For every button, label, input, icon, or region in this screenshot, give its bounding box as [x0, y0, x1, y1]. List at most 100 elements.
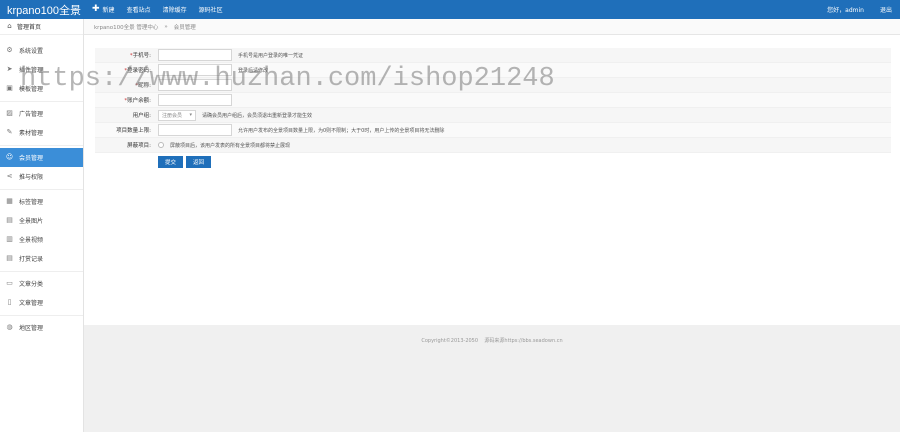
form-row-balance: *账户余额:: [95, 93, 891, 108]
phone-label: *手机号:: [129, 53, 151, 59]
project-limit-input[interactable]: [158, 124, 232, 136]
password-hint: 登录后请修改: [238, 67, 269, 74]
password-input[interactable]: [158, 64, 232, 76]
sidebar: ⌂ 管理首页 ⚙ 系统设置 ➤ 插件管理 ▣ 模板管理 ▨ 广告管理 ✎ 素材管理 ☺ 会员…: [0, 19, 84, 432]
form-row-block-projects: 屏蔽项目: 屏蔽项目后，该用户发表的所有全景项目都将禁止展现: [95, 138, 891, 153]
sidebar-item-panorama-videos[interactable]: ▥ 全景视频: [0, 230, 83, 249]
sidebar-item-ads[interactable]: ▨ 广告管理: [0, 104, 83, 123]
sidebar-item-label: 推与权限: [19, 174, 44, 181]
sidebar-item-label: 文章分类: [19, 281, 44, 288]
sidebar-item-members[interactable]: ☺ 会员管理: [0, 148, 83, 167]
sidebar-item-plugins[interactable]: ➤ 插件管理: [0, 60, 83, 79]
sidebar-divider: [0, 268, 83, 272]
sidebar-item-label: 全景视频: [19, 237, 44, 244]
sidebar-item-tips[interactable]: ▤ 打赏记录: [0, 249, 83, 268]
sidebar-item-system-settings[interactable]: ⚙ 系统设置: [0, 41, 83, 60]
breadcrumb: krpano100全景 管理中心 » 会员管理: [84, 19, 900, 35]
password-label: *登录密码:: [124, 68, 151, 74]
breadcrumb-current: 会员管理: [173, 24, 196, 31]
top-bar: krpano100全景 ✚ 新建 查看站点 清除缓存 源码社区 您好，admin…: [0, 0, 900, 19]
picture-icon: ▤: [6, 216, 13, 224]
home-icon: ⌂: [7, 22, 12, 30]
video-icon: ▥: [6, 235, 13, 243]
footer: Copyright©2013-2050 源码来源https://bbs.sead…: [84, 337, 900, 344]
sidebar-item-panorama-images[interactable]: ▤ 全景图片: [0, 211, 83, 230]
sidebar-item-label: 标签管理: [19, 199, 44, 206]
phone-hint: 手机号是用户登录的唯一凭证: [238, 52, 304, 59]
form-row-nickname: *昵称:: [95, 78, 891, 93]
greeting-text: 您好，admin: [827, 7, 864, 14]
sidebar-item-label: 文章管理: [19, 300, 44, 307]
breadcrumb-root[interactable]: krpano100全景 管理中心: [94, 23, 158, 31]
sidebar-item-articles[interactable]: ▯ 文章管理: [0, 293, 83, 312]
user-group-label: 用户组:: [132, 113, 151, 119]
view-site-label: 查看站点: [126, 7, 151, 14]
plus-icon: ✚: [92, 4, 100, 14]
breadcrumb-separator: »: [164, 23, 168, 30]
phone-input[interactable]: [158, 49, 232, 61]
sidebar-item-label: 广告管理: [19, 111, 44, 118]
sidebar-item-home[interactable]: ⌂ 管理首页: [0, 19, 83, 35]
new-button[interactable]: ✚ 新建: [92, 4, 115, 15]
sidebar-item-label: 系统设置: [19, 48, 44, 55]
sidebar-item-materials[interactable]: ✎ 素材管理: [0, 123, 83, 142]
sidebar-divider: [0, 98, 83, 102]
form-row-phone: *手机号: 手机号是用户登录的唯一凭证: [95, 48, 891, 63]
sidebar-item-label: 打赏记录: [19, 256, 44, 263]
sidebar-item-label: 插件管理: [19, 67, 44, 74]
grid-icon: ▦: [6, 197, 13, 205]
view-site-link[interactable]: 查看站点: [127, 5, 151, 14]
globe-icon: ◍: [6, 323, 13, 331]
clear-cache-link[interactable]: 清除缓存: [163, 5, 187, 14]
send-icon: ➤: [6, 65, 13, 73]
sidebar-item-article-categories[interactable]: ▭ 文章分类: [0, 274, 83, 293]
sidebar-item-label: 素材管理: [19, 130, 44, 137]
edit-icon: ✎: [6, 128, 13, 136]
chevron-down-icon: ▾: [189, 112, 192, 118]
nickname-label: *昵称:: [135, 83, 151, 89]
member-form: *手机号: 手机号是用户登录的唯一凭证 *登录密码: 登录后请修改 *昵称: *…: [95, 48, 891, 168]
sidebar-item-label: 地区管理: [19, 325, 44, 332]
nickname-input[interactable]: [158, 79, 232, 91]
logout-link[interactable]: 退出: [880, 5, 892, 14]
user-group-select[interactable]: 注册会员 ▾: [158, 109, 196, 121]
back-button[interactable]: 返回: [186, 156, 212, 168]
template-icon: ▣: [6, 84, 13, 92]
main-panel: *手机号: 手机号是用户登录的唯一凭证 *登录密码: 登录后请修改 *昵称: *…: [84, 35, 900, 325]
balance-label: *账户余额:: [124, 98, 151, 104]
sidebar-divider: [0, 142, 83, 146]
user-group-value: 注册会员: [162, 112, 183, 119]
community-link[interactable]: 源码社区: [199, 5, 223, 14]
brand-logo[interactable]: krpano100全景: [0, 2, 84, 18]
source-link[interactable]: 源码来源https://bbs.seadown.cn: [484, 338, 562, 344]
user-icon: ☺: [5, 153, 14, 161]
block-projects-checkbox[interactable]: [158, 142, 164, 148]
sidebar-item-regions[interactable]: ◍ 地区管理: [0, 318, 83, 337]
document-icon: ▯: [7, 298, 12, 306]
book-icon: ▭: [6, 279, 13, 287]
list-icon: ▤: [6, 254, 13, 262]
project-limit-label: 项目数量上限:: [116, 128, 151, 134]
sidebar-item-templates[interactable]: ▣ 模板管理: [0, 79, 83, 98]
submit-button[interactable]: 提交: [158, 156, 184, 168]
sidebar-divider: [0, 186, 83, 190]
sidebar-item-label: 管理首页: [17, 24, 42, 31]
form-row-user-group: 用户组: 注册会员 ▾ 请确会员用户组后，会员须退出重新登录才能生效: [95, 108, 891, 123]
sidebar-item-permissions[interactable]: ⋖ 推与权限: [0, 167, 83, 186]
share-icon: ⋖: [6, 172, 13, 180]
top-nav: ✚ 新建 查看站点 清除缓存 源码社区: [92, 4, 223, 15]
project-limit-hint: 允许用户发布的全景项目数量上限，为0则不限制；大于0时，用户上传的全景项目将无法…: [238, 127, 445, 134]
sidebar-divider: [0, 312, 83, 316]
clear-cache-label: 清除缓存: [162, 7, 187, 14]
sidebar-item-label: 全景图片: [19, 218, 44, 225]
copyright-text: Copyright©2013-2050: [421, 338, 479, 344]
new-label: 新建: [102, 7, 115, 14]
block-projects-hint: 屏蔽项目后，该用户发表的所有全景项目都将禁止展现: [170, 142, 291, 149]
sidebar-item-label: 会员管理: [19, 155, 44, 162]
form-row-project-limit: 项目数量上限: 允许用户发布的全景项目数量上限，为0则不限制；大于0时，用户上传…: [95, 123, 891, 138]
community-label: 源码社区: [198, 7, 223, 14]
block-projects-label: 屏蔽项目:: [127, 143, 151, 149]
image-icon: ▨: [6, 109, 13, 117]
sidebar-item-tags[interactable]: ▦ 标签管理: [0, 192, 83, 211]
balance-input[interactable]: [158, 94, 232, 106]
